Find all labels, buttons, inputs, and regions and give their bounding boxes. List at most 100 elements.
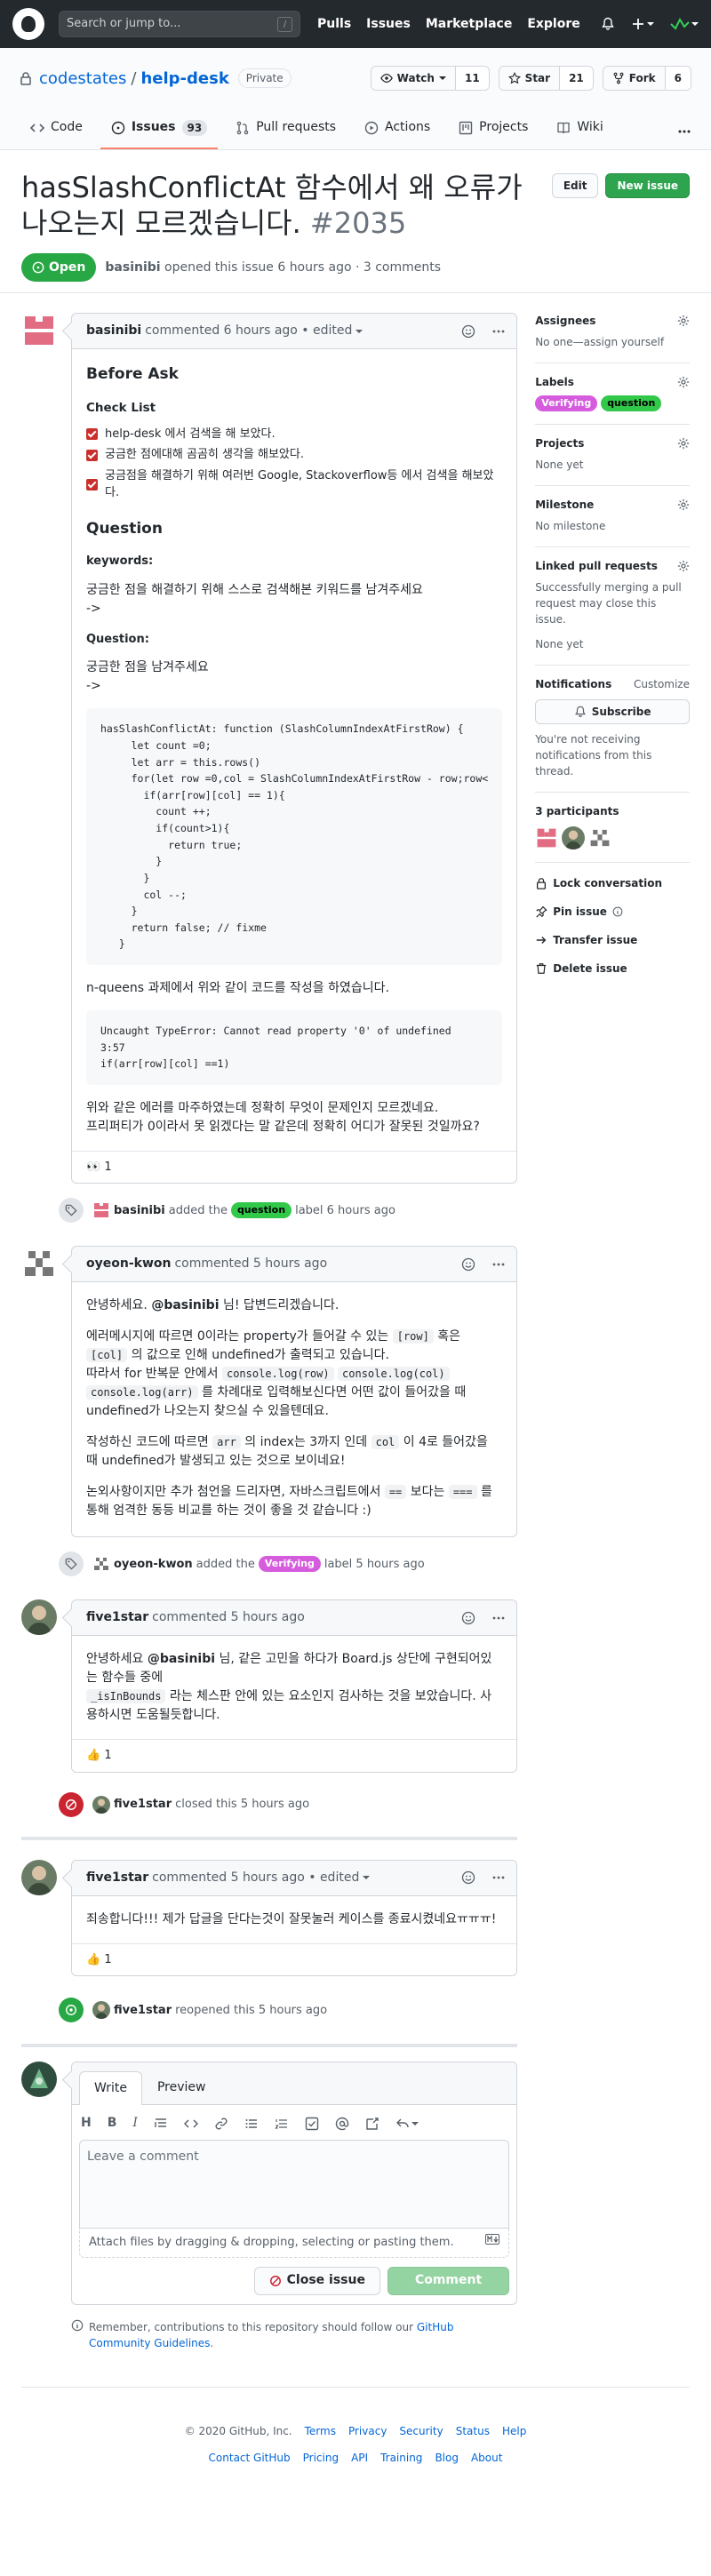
comment-textarea[interactable]: Leave a comment bbox=[79, 2140, 510, 2229]
write-tab[interactable]: Write bbox=[79, 2071, 142, 2106]
repo-name-link[interactable]: help-desk bbox=[140, 67, 228, 91]
fork-button[interactable]: Fork 6 bbox=[602, 66, 691, 91]
label-question-badge[interactable]: question bbox=[230, 1202, 292, 1219]
footer-link-status[interactable]: Status bbox=[456, 2423, 490, 2439]
kebab-horizontal-icon[interactable] bbox=[491, 1611, 506, 1625]
tab-wiki[interactable]: Wiki bbox=[546, 118, 613, 149]
footer-link-api[interactable]: API bbox=[351, 2450, 368, 2466]
footer-link-about[interactable]: About bbox=[471, 2450, 502, 2466]
nav-explore[interactable]: Explore bbox=[527, 15, 579, 34]
markdown-icon[interactable] bbox=[485, 2234, 500, 2252]
fork-count[interactable]: 6 bbox=[664, 67, 691, 90]
edit-title-button[interactable]: Edit bbox=[551, 173, 599, 198]
lock-conversation-link[interactable]: Lock conversation bbox=[535, 875, 690, 891]
customize-link[interactable]: Customize bbox=[634, 676, 690, 692]
comment-author[interactable]: basinibi bbox=[86, 322, 141, 340]
close-issue-button[interactable]: Close issue bbox=[253, 2266, 380, 2295]
avatar[interactable] bbox=[92, 1555, 110, 1573]
user-avatar-menu-icon[interactable] bbox=[670, 17, 699, 31]
assignees-value[interactable]: No one—assign yourself bbox=[535, 334, 690, 350]
footer-link-pricing[interactable]: Pricing bbox=[303, 2450, 339, 2466]
more-tabs-icon[interactable] bbox=[677, 124, 691, 149]
italic-button[interactable]: I bbox=[132, 2114, 138, 2133]
footer-link-security[interactable]: Security bbox=[399, 2423, 443, 2439]
gear-icon[interactable] bbox=[677, 376, 690, 388]
footer-link-contact[interactable]: Contact GitHub bbox=[209, 2450, 291, 2466]
file-attach-dropzone[interactable]: Attach files by dragging & dropping, sel… bbox=[79, 2229, 510, 2258]
star-button[interactable]: Star 21 bbox=[498, 66, 594, 91]
tab-issues[interactable]: Issues 93 bbox=[100, 118, 219, 149]
smiley-icon[interactable] bbox=[461, 1257, 475, 1272]
reaction-eyes-button[interactable]: 👀 1 bbox=[86, 1159, 112, 1176]
tab-projects[interactable]: Projects bbox=[448, 118, 539, 149]
preview-tab[interactable]: Preview bbox=[142, 2070, 221, 2104]
task-list-icon[interactable] bbox=[305, 2117, 319, 2131]
ordered-list-icon[interactable] bbox=[275, 2117, 289, 2131]
reaction-thumbsup-button[interactable]: 👍 1 bbox=[86, 1951, 112, 1969]
delete-issue-link[interactable]: Delete issue bbox=[535, 961, 690, 977]
kebab-horizontal-icon[interactable] bbox=[491, 1870, 506, 1885]
kebab-horizontal-icon[interactable] bbox=[491, 324, 506, 339]
label-question[interactable]: question bbox=[601, 395, 662, 411]
nav-pulls[interactable]: Pulls bbox=[317, 15, 351, 34]
reaction-thumbsup-button[interactable]: 👍 1 bbox=[86, 1747, 112, 1765]
gear-icon[interactable] bbox=[677, 315, 690, 327]
chevron-down-icon[interactable] bbox=[363, 1874, 371, 1881]
cross-reference-icon[interactable] bbox=[365, 2117, 379, 2131]
event-actor[interactable]: oyeon-kwon bbox=[114, 1556, 193, 1574]
avatar[interactable] bbox=[21, 2062, 57, 2098]
avatar[interactable] bbox=[92, 1201, 110, 1219]
smiley-icon[interactable] bbox=[461, 324, 475, 339]
info-icon[interactable] bbox=[612, 906, 623, 917]
tab-code[interactable]: Code bbox=[20, 118, 93, 149]
user-mention[interactable]: @basinibi bbox=[151, 1298, 219, 1312]
avatar[interactable] bbox=[588, 826, 612, 849]
event-actor[interactable]: five1star bbox=[114, 2002, 172, 2020]
nav-issues[interactable]: Issues bbox=[366, 15, 411, 34]
avatar[interactable] bbox=[21, 313, 57, 348]
quote-icon[interactable] bbox=[154, 2117, 168, 2131]
label-verifying-badge[interactable]: Verifying bbox=[258, 1556, 321, 1573]
gear-icon[interactable] bbox=[677, 560, 690, 572]
avatar[interactable] bbox=[92, 2001, 110, 2020]
new-issue-button[interactable]: New issue bbox=[605, 173, 690, 198]
code-icon[interactable] bbox=[183, 2117, 198, 2131]
watch-count[interactable]: 11 bbox=[454, 67, 489, 90]
smiley-icon[interactable] bbox=[461, 1611, 475, 1625]
avatar[interactable] bbox=[21, 1246, 57, 1282]
tab-actions[interactable]: Actions bbox=[354, 118, 441, 149]
transfer-issue-link[interactable]: Transfer issue bbox=[535, 932, 690, 948]
comment-author[interactable]: five1star bbox=[86, 1869, 148, 1887]
unordered-list-icon[interactable] bbox=[244, 2117, 259, 2131]
gear-icon[interactable] bbox=[677, 437, 690, 450]
plus-dropdown-icon[interactable] bbox=[631, 17, 654, 31]
gear-icon[interactable] bbox=[677, 498, 690, 511]
tab-pull-requests[interactable]: Pull requests bbox=[225, 118, 347, 149]
star-count[interactable]: 21 bbox=[559, 67, 593, 90]
github-logo-icon[interactable] bbox=[12, 8, 44, 40]
watch-button[interactable]: Watch 11 bbox=[370, 66, 490, 91]
comment-author[interactable]: five1star bbox=[86, 1608, 148, 1627]
avatar[interactable] bbox=[562, 826, 586, 849]
footer-link-blog[interactable]: Blog bbox=[435, 2450, 459, 2466]
bell-icon[interactable] bbox=[601, 17, 615, 31]
heading-button[interactable]: H bbox=[81, 2114, 92, 2133]
reply-icon[interactable] bbox=[395, 2117, 419, 2131]
chevron-down-icon[interactable] bbox=[356, 328, 363, 335]
nav-marketplace[interactable]: Marketplace bbox=[426, 15, 512, 34]
pin-issue-link[interactable]: Pin issue bbox=[535, 904, 690, 920]
avatar[interactable] bbox=[535, 826, 559, 849]
avatar[interactable] bbox=[21, 1859, 57, 1895]
avatar[interactable] bbox=[92, 1795, 110, 1814]
footer-link-terms[interactable]: Terms bbox=[305, 2423, 336, 2439]
repo-owner-link[interactable]: codestates bbox=[39, 67, 126, 91]
bold-button[interactable]: B bbox=[108, 2114, 117, 2133]
footer-link-training[interactable]: Training bbox=[380, 2450, 422, 2466]
kebab-horizontal-icon[interactable] bbox=[491, 1257, 506, 1272]
event-actor[interactable]: five1star bbox=[114, 1796, 172, 1814]
avatar[interactable] bbox=[21, 1599, 57, 1636]
issue-author-link[interactable]: basinibi bbox=[105, 259, 160, 277]
event-actor[interactable]: basinibi bbox=[114, 1202, 165, 1220]
footer-link-help[interactable]: Help bbox=[502, 2423, 526, 2439]
comment-submit-button[interactable]: Comment bbox=[387, 2266, 510, 2295]
